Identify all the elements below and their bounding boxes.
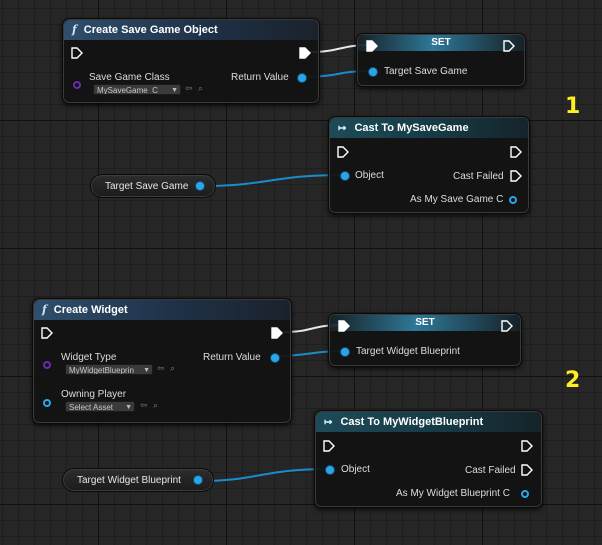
return-value-label: Return Value xyxy=(231,72,289,83)
use-selected-icon[interactable]: ⇦ xyxy=(140,400,148,411)
node-title: Create Save Game Object xyxy=(83,24,218,36)
node-title: Cast To MySaveGame xyxy=(354,122,469,134)
step-marker-2: 2 xyxy=(565,368,581,393)
exec-out-pin[interactable] xyxy=(503,40,515,52)
browse-icon[interactable]: ⌕ xyxy=(198,83,203,94)
exec-in-pin[interactable] xyxy=(338,320,350,332)
exec-in-pin[interactable] xyxy=(323,440,335,452)
as-my-save-game-pin[interactable] xyxy=(509,196,517,204)
owning-player-value: Select Asset xyxy=(69,403,114,412)
owning-player-label: Owning Player xyxy=(61,389,127,400)
set-target-widget-blueprint-node[interactable]: SET Target Widget Blueprint xyxy=(328,313,522,367)
chevron-down-icon: ▼ xyxy=(125,404,132,411)
cast-icon: ↦ xyxy=(324,417,333,428)
node-title: Create Widget xyxy=(53,304,128,316)
cast-to-mywidgetblueprint-node[interactable]: ↦ Cast To MyWidgetBlueprint Object Cast … xyxy=(314,410,543,508)
node-title: Cast To MyWidgetBlueprint xyxy=(340,416,484,428)
function-icon: f xyxy=(72,23,77,36)
node-header[interactable]: ↦ Cast To MyWidgetBlueprint xyxy=(316,412,541,432)
target-save-game-label: Target Save Game xyxy=(384,66,468,77)
target-widget-blueprint-pin[interactable] xyxy=(341,348,349,356)
exec-out-pin[interactable] xyxy=(271,327,283,339)
owning-player-pin[interactable] xyxy=(43,399,51,407)
return-value-pin[interactable] xyxy=(298,74,306,82)
as-my-widget-blueprint-label: As My Widget Blueprint C xyxy=(396,488,510,499)
create-widget-node[interactable]: f Create Widget Widget Type MyWidgetBlue… xyxy=(32,298,292,424)
widget-type-dropdown[interactable]: MyWidgetBlueprin ▼ xyxy=(65,364,153,375)
use-selected-icon[interactable]: ⇦ xyxy=(185,83,193,94)
variable-output-pin[interactable] xyxy=(196,182,204,190)
save-game-class-pin[interactable] xyxy=(73,81,81,89)
widget-type-label: Widget Type xyxy=(61,352,117,363)
cast-failed-label: Cast Failed xyxy=(465,465,516,476)
cast-failed-label: Cast Failed xyxy=(453,171,504,182)
exec-out-pin[interactable] xyxy=(299,47,311,59)
node-header[interactable]: ↦ Cast To MySaveGame xyxy=(330,118,528,138)
cast-failed-pin[interactable] xyxy=(521,464,533,476)
function-icon: f xyxy=(42,303,47,316)
exec-out-pin[interactable] xyxy=(510,146,522,158)
use-selected-icon[interactable]: ⇦ xyxy=(157,363,165,374)
object-label: Object xyxy=(355,170,384,181)
variable-label: Target Widget Blueprint xyxy=(77,475,181,486)
variable-label: Target Save Game xyxy=(105,181,189,192)
cast-failed-pin[interactable] xyxy=(510,170,522,182)
create-save-game-object-node[interactable]: f Create Save Game Object Save Game Clas… xyxy=(62,18,320,104)
widget-type-value: MyWidgetBlueprin xyxy=(69,366,134,375)
cast-icon: ↦ xyxy=(338,123,347,134)
exec-in-pin[interactable] xyxy=(71,47,83,59)
variable-output-pin[interactable] xyxy=(194,476,202,484)
target-save-game-pin[interactable] xyxy=(369,68,377,76)
object-label: Object xyxy=(341,464,370,475)
exec-out-pin[interactable] xyxy=(521,440,533,452)
as-my-save-game-label: As My Save Game C xyxy=(410,194,504,205)
target-widget-blueprint-label: Target Widget Blueprint xyxy=(356,346,460,357)
step-marker-1: 1 xyxy=(565,94,581,119)
save-game-class-value: MySaveGame_C xyxy=(97,86,158,95)
return-value-pin[interactable] xyxy=(271,354,279,362)
set-node-title: SET xyxy=(330,315,520,331)
object-pin[interactable] xyxy=(341,172,349,180)
node-header[interactable]: f Create Save Game Object xyxy=(64,20,318,40)
as-my-widget-blueprint-pin[interactable] xyxy=(521,490,529,498)
exec-in-pin[interactable] xyxy=(337,146,349,158)
save-game-class-label: Save Game Class xyxy=(89,72,170,83)
set-target-save-game-node[interactable]: SET Target Save Game xyxy=(356,33,526,87)
set-node-title: SET xyxy=(358,35,524,51)
exec-in-pin[interactable] xyxy=(41,327,53,339)
widget-type-pin[interactable] xyxy=(43,361,51,369)
chevron-down-icon: ▼ xyxy=(171,87,178,94)
exec-in-pin[interactable] xyxy=(366,40,378,52)
browse-icon[interactable]: ⌕ xyxy=(153,400,158,411)
target-save-game-variable[interactable]: Target Save Game xyxy=(90,174,216,198)
browse-icon[interactable]: ⌕ xyxy=(170,363,175,374)
target-widget-blueprint-variable[interactable]: Target Widget Blueprint xyxy=(62,468,214,492)
exec-out-pin[interactable] xyxy=(501,320,513,332)
chevron-down-icon: ▼ xyxy=(143,367,150,374)
owning-player-dropdown[interactable]: Select Asset ▼ xyxy=(65,401,135,412)
save-game-class-dropdown[interactable]: MySaveGame_C ▼ xyxy=(93,84,181,95)
return-value-label: Return Value xyxy=(203,352,261,363)
node-header[interactable]: f Create Widget xyxy=(34,300,290,320)
object-pin[interactable] xyxy=(326,466,334,474)
cast-to-mysavegame-node[interactable]: ↦ Cast To MySaveGame Object Cast Failed … xyxy=(328,116,530,214)
